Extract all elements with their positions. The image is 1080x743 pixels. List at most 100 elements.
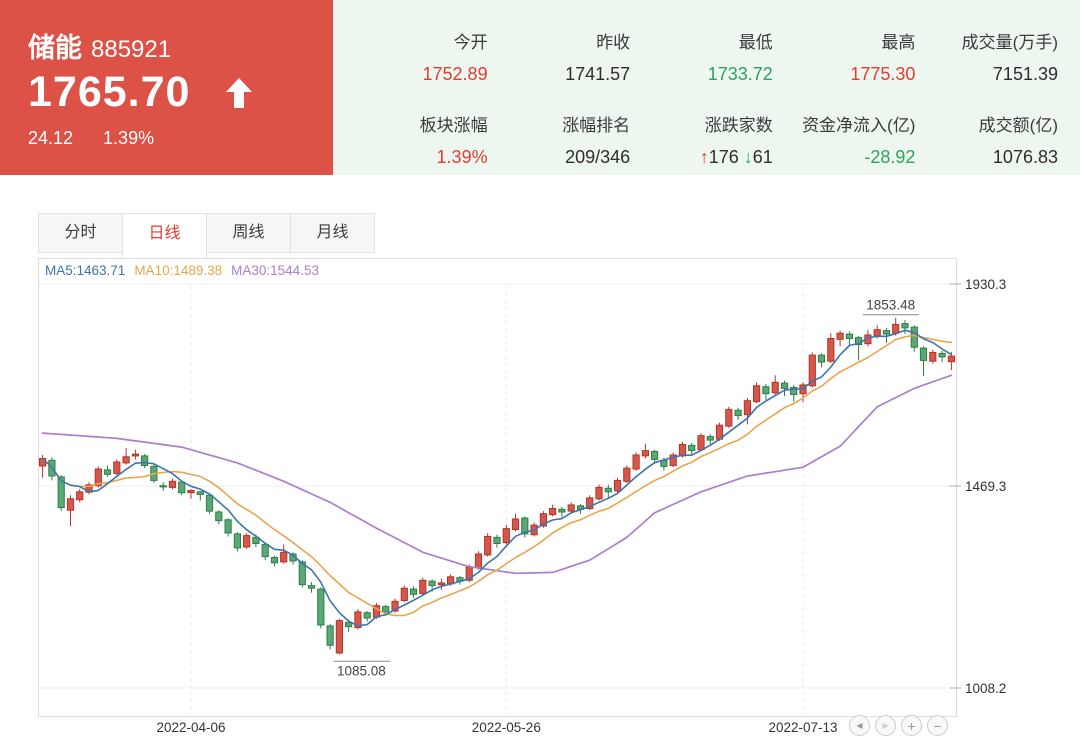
- candle-body: [308, 586, 314, 589]
- candle-body: [818, 355, 824, 362]
- quote-header: 储能 885921 1765.70 24.12 1.39% 今开 1752.89…: [0, 0, 1080, 175]
- candle-body: [689, 445, 695, 450]
- candle-body: [883, 331, 889, 335]
- candle-body: [763, 387, 769, 394]
- candle-body: [596, 487, 602, 498]
- stat-open: 今开 1752.89: [345, 28, 488, 85]
- plot-border: [39, 259, 957, 717]
- stat-high: 最高 1775.30: [773, 28, 916, 85]
- x-axis-label: 2022-07-13: [768, 720, 837, 735]
- candle-body: [225, 520, 231, 533]
- candle-body: [271, 558, 277, 563]
- candle-body: [781, 383, 787, 388]
- candle-body: [568, 505, 574, 511]
- pan-right-button[interactable]: ▶: [875, 715, 896, 736]
- candle-body: [438, 583, 444, 585]
- chart-controls: ◀ ▶ + −: [849, 715, 948, 736]
- candle-body: [188, 491, 194, 493]
- candle-body: [642, 451, 648, 456]
- candle-body: [930, 353, 936, 362]
- candle-body: [179, 482, 185, 493]
- candle-body: [420, 580, 426, 593]
- candle-body: [160, 486, 166, 487]
- stat-turnover-value: 1076.83: [915, 147, 1058, 168]
- candle-body: [123, 457, 129, 463]
- candle-body: [216, 512, 222, 521]
- candle-body: [550, 509, 556, 515]
- candle-body: [318, 589, 324, 625]
- candle-body: [327, 626, 333, 645]
- candle-body: [754, 386, 760, 402]
- candle-body: [234, 534, 240, 548]
- candle-body: [624, 468, 630, 481]
- stat-turnover: 成交额(亿) 1076.83: [915, 111, 1058, 168]
- down-arrow-icon: ↓: [744, 147, 753, 167]
- candle-body: [244, 536, 250, 547]
- candle-body: [744, 401, 750, 415]
- candle-body: [846, 334, 852, 338]
- stat-prev-close-value: 1741.57: [488, 64, 631, 85]
- candle-body: [475, 554, 481, 568]
- candlestick-chart-panel: MA5:1463.71MA10:1489.38MA30:1544.53 1930…: [38, 258, 1050, 738]
- stat-rank-value: 209/346: [488, 147, 631, 168]
- tab-minute[interactable]: 分时: [38, 213, 123, 253]
- candle-body: [503, 529, 509, 543]
- tab-monthly[interactable]: 月线: [290, 213, 375, 253]
- candle-body: [614, 480, 620, 491]
- stat-open-value: 1752.89: [345, 64, 488, 85]
- candle-body: [837, 333, 843, 339]
- pan-left-button[interactable]: ◀: [849, 715, 870, 736]
- candle-body: [429, 581, 435, 585]
- tab-weekly[interactable]: 周线: [206, 213, 291, 253]
- candle-body: [262, 544, 268, 556]
- candle-body: [911, 327, 917, 347]
- stat-prev-close: 昨收 1741.57: [488, 28, 631, 85]
- candle-body: [142, 456, 148, 466]
- price-change: 24.12: [28, 128, 73, 149]
- candle-body: [336, 621, 342, 653]
- candle-body: [67, 499, 73, 510]
- candle-body: [948, 356, 954, 362]
- y-axis-label: 1930.3: [965, 277, 1006, 292]
- candle-body: [939, 353, 945, 357]
- zoom-in-button[interactable]: +: [901, 715, 922, 736]
- candle-body: [206, 495, 212, 511]
- ma-legend-item: MA10:1489.38: [134, 263, 222, 278]
- candle-body: [77, 492, 83, 500]
- stats-panel: 今开 1752.89 昨收 1741.57 最低 1733.72 最高 1775…: [333, 0, 1080, 175]
- stat-volume: 成交量(万手) 7151.39: [915, 28, 1058, 85]
- low-annotation-label: 1085.08: [337, 663, 386, 678]
- candle-body: [633, 455, 639, 469]
- candle-body: [383, 607, 389, 612]
- x-axis-label: 2022-04-06: [156, 720, 225, 735]
- current-price: 1765.70: [28, 71, 190, 114]
- candle-body: [494, 537, 500, 543]
- sector-quote-box: 储能 885921 1765.70 24.12 1.39%: [0, 0, 333, 175]
- stat-rank: 涨幅排名 209/346: [488, 111, 631, 168]
- candle-body: [114, 462, 120, 473]
- tab-daily[interactable]: 日线: [122, 213, 207, 258]
- candle-body: [902, 324, 908, 328]
- zoom-out-button[interactable]: −: [927, 715, 948, 736]
- candle-body: [605, 488, 611, 492]
- advancers-count: 176: [709, 147, 739, 167]
- candle-body: [707, 437, 713, 441]
- high-annotation-label: 1853.48: [866, 298, 915, 313]
- candle-body: [512, 519, 518, 530]
- decliners-count: 61: [753, 147, 773, 167]
- ma-legend-item: MA30:1544.53: [231, 263, 319, 278]
- candlestick-chart[interactable]: 1930.31469.31008.22022-04-062022-05-2620…: [38, 258, 1050, 738]
- candle-body: [132, 454, 138, 456]
- stat-volume-value: 7151.39: [915, 64, 1058, 85]
- stat-low: 最低 1733.72: [630, 28, 773, 85]
- candle-body: [281, 552, 287, 562]
- stat-advancers-decliners: 涨跌家数 ↑176 ↓61: [630, 111, 773, 168]
- candle-body: [401, 588, 407, 600]
- stat-low-value: 1733.72: [630, 64, 773, 85]
- y-axis-label: 1469.3: [965, 479, 1006, 494]
- candle-body: [169, 481, 175, 487]
- candle-body: [828, 339, 834, 362]
- candle-body: [410, 589, 416, 594]
- period-tabs: 分时 日线 周线 月线: [38, 213, 1080, 258]
- ma-legend: MA5:1463.71MA10:1489.38MA30:1544.53: [45, 263, 325, 278]
